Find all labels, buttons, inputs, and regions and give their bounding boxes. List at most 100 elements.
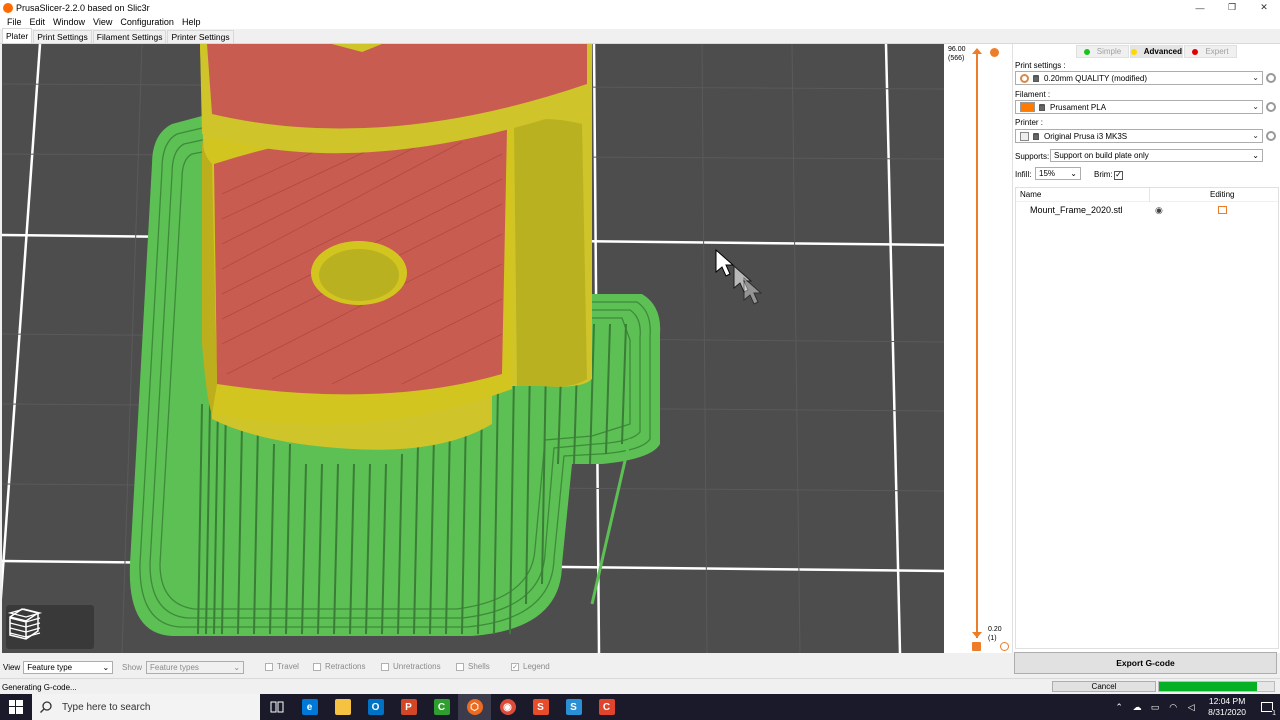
camtasia-icon[interactable]: C: [425, 694, 458, 720]
outlook-icon[interactable]: O: [359, 694, 392, 720]
supports-combo[interactable]: Support on build plate only ⌄: [1050, 149, 1263, 162]
window-controls: — ❐ ✕: [1184, 0, 1280, 15]
maximize-button[interactable]: ❐: [1216, 0, 1248, 15]
status-bar: Generating G-code... Cancel: [0, 678, 1280, 694]
taskbar-search[interactable]: Type here to search: [32, 694, 260, 720]
retractions-checkbox[interactable]: [313, 662, 321, 671]
legend-label: Legend: [523, 662, 550, 671]
menu-view[interactable]: View: [89, 17, 116, 27]
travel-toggle[interactable]: Travel: [265, 662, 299, 671]
minimize-button[interactable]: —: [1184, 0, 1216, 15]
eye-icon[interactable]: ◉: [1155, 205, 1163, 216]
chevron-down-icon: ⌄: [233, 663, 241, 672]
clock[interactable]: 12:04 PM 8/31/2020: [1208, 696, 1246, 718]
3d-preview-canvas[interactable]: [2, 44, 944, 653]
menu-window[interactable]: Window: [49, 17, 89, 27]
chevron-down-icon: ⌄: [1252, 73, 1259, 82]
print-settings-gear-icon[interactable]: [1266, 73, 1276, 83]
print-settings-combo[interactable]: 0.20mm QUALITY (modified) ⌄: [1015, 71, 1263, 85]
main-tabs: Plater Print Settings Filament Settings …: [0, 28, 1280, 44]
layer-bottom-index: (1): [988, 635, 997, 642]
chevron-down-icon: ⌄: [1252, 151, 1259, 160]
snagit-icon[interactable]: S: [524, 694, 557, 720]
legend-toggle[interactable]: ✓ Legend: [511, 662, 550, 671]
tab-filament-settings[interactable]: Filament Settings: [92, 30, 167, 43]
supports-value: Support on build plate only: [1054, 151, 1149, 160]
layer-top-thumb-icon[interactable]: [972, 48, 982, 54]
filament-color-swatch[interactable]: [1020, 102, 1035, 112]
brim-label: Brim:: [1094, 170, 1113, 179]
snagit-editor-icon[interactable]: S: [557, 694, 590, 720]
list-item[interactable]: Mount_Frame_2020.stl ◉: [1016, 202, 1278, 218]
cancel-button[interactable]: Cancel: [1052, 681, 1156, 692]
menu-edit[interactable]: Edit: [26, 17, 50, 27]
shells-checkbox[interactable]: [456, 662, 464, 671]
show-combo[interactable]: Feature types ⌄: [146, 661, 245, 674]
shells-toggle[interactable]: Shells: [456, 662, 490, 671]
task-view-icon[interactable]: [260, 694, 293, 720]
cog-icon[interactable]: [990, 48, 999, 57]
legend-checkbox[interactable]: ✓: [511, 662, 519, 671]
powerpoint-icon[interactable]: P: [392, 694, 425, 720]
file-explorer-icon[interactable]: [326, 694, 359, 720]
unretractions-checkbox[interactable]: [381, 662, 389, 671]
object-list[interactable]: Name Editing Mount_Frame_2020.stl ◉: [1015, 187, 1279, 649]
chrome-icon[interactable]: ◉: [491, 694, 524, 720]
show-hidden-icons-icon[interactable]: ⌃: [1110, 702, 1128, 713]
lock-icon[interactable]: [972, 642, 981, 651]
retractions-toggle[interactable]: Retractions: [313, 662, 365, 671]
layer-bottom-thumb-icon[interactable]: [972, 632, 982, 638]
filament-combo[interactable]: Prusament PLA ⌄: [1015, 100, 1263, 114]
cloud-icon[interactable]: ☁: [1128, 702, 1146, 713]
tab-plater[interactable]: Plater: [2, 28, 33, 43]
filament-value: Prusament PLA: [1050, 102, 1107, 112]
mode-simple-label: Simple: [1096, 47, 1122, 56]
unretractions-toggle[interactable]: Unretractions: [381, 662, 441, 671]
tab-printer-settings[interactable]: Printer Settings: [167, 30, 234, 43]
wifi-icon[interactable]: ◠: [1164, 702, 1182, 713]
supports-label: Supports:: [1015, 152, 1050, 161]
volume-icon[interactable]: ◁: [1182, 702, 1200, 713]
export-gcode-button[interactable]: Export G-code: [1014, 652, 1277, 674]
print-profile-icon: [1020, 73, 1029, 83]
printer-combo[interactable]: Original Prusa i3 MK3S ⌄: [1015, 129, 1263, 143]
layer-view-icon[interactable]: [7, 607, 92, 647]
system-tray: ⌃ ☁ ▭ ◠ ◁ 12:04 PM 8/31/2020 1: [1110, 694, 1280, 720]
tab-print-settings[interactable]: Print Settings: [33, 30, 92, 43]
filament-gear-icon[interactable]: [1266, 102, 1276, 112]
col-name: Name: [1020, 190, 1042, 199]
show-value: Feature types: [150, 663, 199, 672]
window-title: PrusaSlicer-2.2.0 based on Slic3r: [16, 2, 150, 13]
printer-gear-icon[interactable]: [1266, 131, 1276, 141]
network-icon[interactable]: ▭: [1146, 702, 1164, 713]
edge-icon[interactable]: e: [293, 694, 326, 720]
mode-expert-button[interactable]: Expert: [1184, 45, 1237, 58]
mode-simple-button[interactable]: Simple: [1076, 45, 1129, 58]
prusaslicer-icon[interactable]: ⬡: [458, 694, 491, 720]
menu-help[interactable]: Help: [178, 17, 205, 27]
menu-file[interactable]: File: [3, 17, 26, 27]
mode-advanced-button[interactable]: Advanced: [1130, 45, 1183, 58]
chevron-down-icon: ⌄: [1070, 169, 1077, 178]
show-group: Show Feature types ⌄: [122, 661, 245, 674]
travel-checkbox[interactable]: [265, 662, 273, 671]
close-button[interactable]: ✕: [1248, 0, 1280, 15]
layer-bottom-height: 0.20: [988, 626, 1002, 633]
infill-combo[interactable]: 15% ⌄: [1035, 167, 1081, 180]
view-type-combo[interactable]: Feature type ⌄: [23, 661, 114, 674]
printer-value: Original Prusa i3 MK3S: [1044, 131, 1128, 141]
printer-label: Printer :: [1015, 118, 1044, 127]
edit-icon[interactable]: [1218, 206, 1227, 214]
search-placeholder: Type here to search: [62, 701, 151, 713]
layer-slider-track[interactable]: [976, 52, 978, 638]
settings-icon[interactable]: [1000, 642, 1009, 651]
layer-slider[interactable]: 96.00 (566) 0.20 (1): [944, 44, 1012, 653]
menu-configuration[interactable]: Configuration: [116, 17, 178, 27]
mode-advanced-label: Advanced: [1143, 47, 1182, 56]
start-button[interactable]: [0, 694, 32, 720]
brim-checkbox[interactable]: ✓: [1114, 170, 1123, 180]
action-center-button[interactable]: 1: [1254, 694, 1280, 720]
status-text: Generating G-code...: [2, 683, 77, 692]
camtasia-recorder-icon[interactable]: C: [590, 694, 623, 720]
lock-icon: [1039, 103, 1045, 111]
